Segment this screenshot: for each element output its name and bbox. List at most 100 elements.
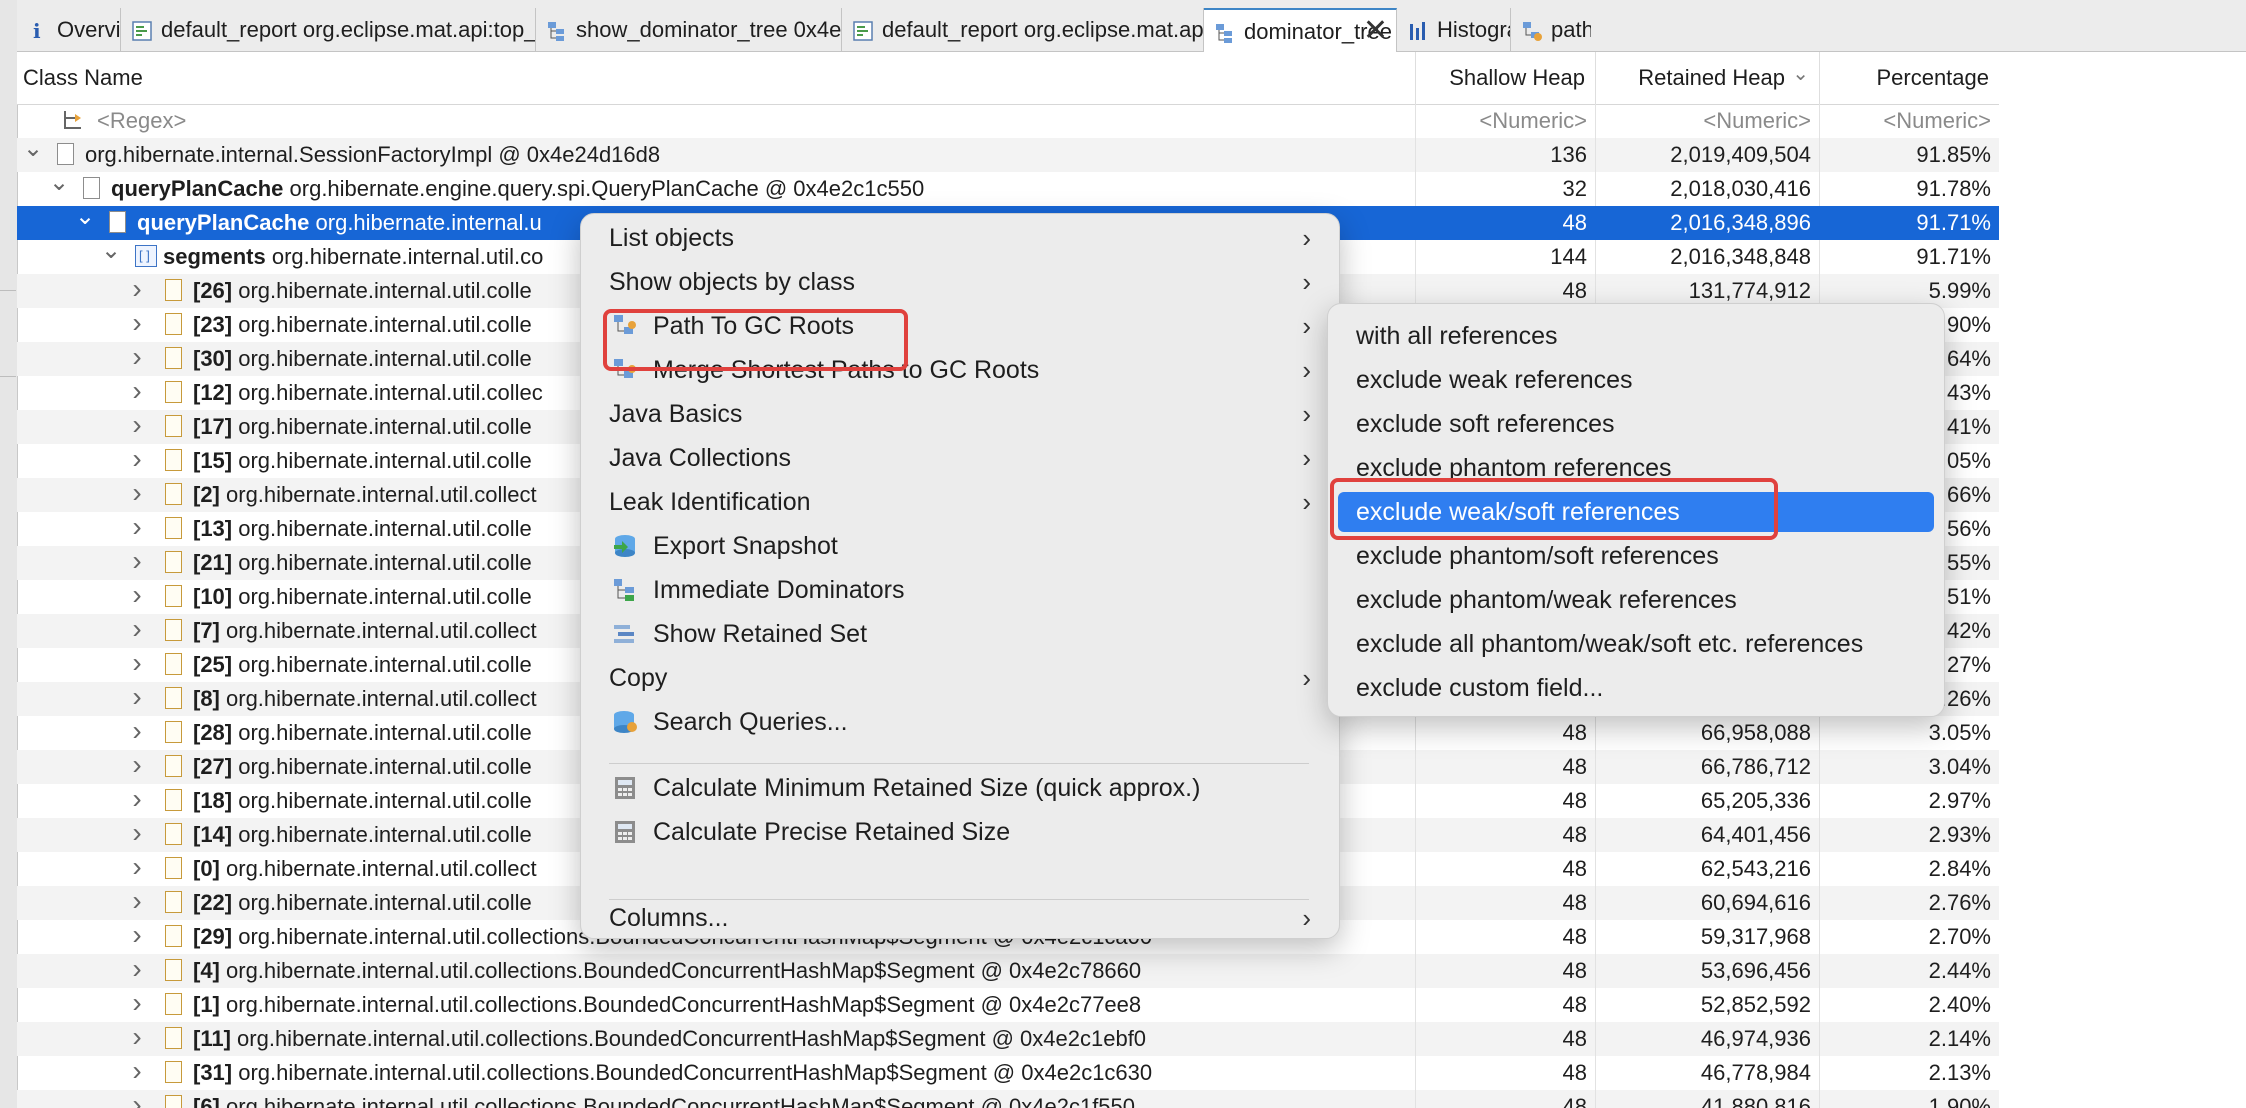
column-header-class-name[interactable]: Class Name <box>17 52 1415 104</box>
table-row[interactable]: › [4] org.hibernate.internal.util.collect… <box>17 954 1999 988</box>
menu-item-calculate-precise-retained-size[interactable]: Calculate Precise Retained Size <box>581 810 1339 854</box>
expand-chevron-icon[interactable]: › <box>127 546 147 578</box>
tab-top-components-report[interactable]: default_report org.eclipse.mat.api:top_c… <box>121 8 536 52</box>
shallow-heap-cell: 48 <box>1415 920 1595 954</box>
expand-chevron-icon[interactable]: › <box>127 410 147 442</box>
expand-chevron-icon[interactable]: › <box>127 818 147 850</box>
table-row[interactable]: ⌄ queryPlanCache org.hibernate.engine.que… <box>17 172 1999 206</box>
collapse-chevron-icon[interactable]: ⌄ <box>49 172 69 200</box>
dominator-tree-icon <box>1216 24 1232 43</box>
expand-chevron-icon[interactable]: › <box>127 920 147 952</box>
menu-item-show-objects-by-class[interactable]: Show objects by class › <box>581 260 1339 304</box>
expand-chevron-icon[interactable]: › <box>127 1056 147 1088</box>
menu-item-calculate-minimum-retained-size-quick-approx[interactable]: Calculate Minimum Retained Size (quick a… <box>581 766 1339 810</box>
object-icon <box>165 755 182 777</box>
close-icon[interactable]: ✕ <box>1363 10 1388 52</box>
field-name: [15] <box>193 448 233 473</box>
column-header-retained-heap[interactable]: Retained Heap ⌄ <box>1595 52 1819 104</box>
left-strip-divider <box>0 290 16 291</box>
expand-chevron-icon[interactable]: › <box>127 784 147 816</box>
menu-item-copy[interactable]: Copy › <box>581 656 1339 700</box>
table-row[interactable]: › [6] org.hibernate.internal.util.collect… <box>17 1090 1999 1108</box>
highlight-box <box>1330 478 1778 540</box>
expand-chevron-icon[interactable]: › <box>127 580 147 612</box>
table-row[interactable]: ⌄ org.hibernate.internal.SessionFactoryIm… <box>17 138 1999 172</box>
column-header-shallow-heap[interactable]: Shallow Heap <box>1415 52 1595 104</box>
collapse-chevron-icon[interactable]: ⌄ <box>75 206 95 234</box>
expand-chevron-icon[interactable]: › <box>127 444 147 476</box>
expand-chevron-icon[interactable]: › <box>127 376 147 408</box>
expand-chevron-icon[interactable]: › <box>127 988 147 1020</box>
menu-item-java-collections[interactable]: Java Collections › <box>581 436 1339 480</box>
submenu-item-exclude-weak-references[interactable]: exclude weak references <box>1328 358 1944 402</box>
menu-item-show-retained-set[interactable]: Show Retained Set <box>581 612 1339 656</box>
submenu-item-exclude-phantom-soft-references[interactable]: exclude phantom/soft references <box>1328 534 1944 578</box>
table-row[interactable]: › [31] org.hibernate.internal.util.collec… <box>17 1056 1999 1090</box>
report-icon <box>132 21 152 41</box>
submenu-arrow-icon: › <box>1302 355 1311 385</box>
class-name: org.hibernate.internal.util.colle <box>232 720 532 745</box>
submenu-item-label: exclude custom field... <box>1356 674 1604 702</box>
shallow-heap-cell: 48 <box>1415 716 1595 750</box>
object-icon <box>165 857 182 879</box>
filter-row[interactable]: <Regex> <Numeric> <Numeric> <Numeric> <box>17 104 1999 138</box>
expand-chevron-icon[interactable]: › <box>127 852 147 884</box>
shallow-heap-cell: 136 <box>1415 138 1595 172</box>
submenu-item-exclude-all-phantom-weak-soft-etc-references[interactable]: exclude all phantom/weak/soft etc. refer… <box>1328 622 1944 666</box>
class-name-cell: › [31] org.hibernate.internal.util.collec… <box>17 1056 1415 1090</box>
expand-chevron-icon[interactable]: › <box>127 750 147 782</box>
percentage-filter-input[interactable]: <Numeric> <box>1819 104 1999 138</box>
context-menu: List objects › Show objects by class › Path … <box>580 213 1340 939</box>
class-name-cell: ⌄ queryPlanCache org.hibernate.engine.que… <box>17 172 1415 206</box>
percentage-cell: 2.13% <box>1819 1056 1999 1090</box>
expand-chevron-icon[interactable]: › <box>127 478 147 510</box>
tab-path2[interactable]: path2 <box>1511 8 1591 52</box>
object-icon <box>165 347 182 369</box>
table-row[interactable]: › [11] org.hibernate.internal.util.collec… <box>17 1022 1999 1056</box>
tab-dominator-tree[interactable]: dominator_tree ✕ <box>1204 8 1397 52</box>
tab-suspects-report[interactable]: default_report org.eclipse.mat.api:suspe… <box>842 8 1204 52</box>
submenu-item-exclude-phantom-weak-references[interactable]: exclude phantom/weak references <box>1328 578 1944 622</box>
tab-overview[interactable]: i Overview <box>17 8 121 52</box>
expand-chevron-icon[interactable]: › <box>127 512 147 544</box>
expand-chevron-icon[interactable]: › <box>127 274 147 306</box>
tab-histogram[interactable]: Histogram <box>1397 8 1511 52</box>
percentage-cell: 2.76% <box>1819 886 1999 920</box>
retained-set-icon <box>614 625 634 643</box>
retained-filter-input[interactable]: <Numeric> <box>1595 104 1819 138</box>
menu-item-leak-identification[interactable]: Leak Identification › <box>581 480 1339 524</box>
collapse-chevron-icon[interactable]: ⌄ <box>23 138 43 166</box>
expand-chevron-icon[interactable]: › <box>127 648 147 680</box>
menu-item-list-objects[interactable]: List objects › <box>581 216 1339 260</box>
menu-item-java-basics[interactable]: Java Basics › <box>581 392 1339 436</box>
expand-chevron-icon[interactable]: › <box>127 614 147 646</box>
class-name: org.hibernate.internal.util.collections.… <box>219 958 1142 983</box>
dominator-tree-icon <box>548 22 564 41</box>
table-row[interactable]: › [1] org.hibernate.internal.util.collect… <box>17 988 1999 1022</box>
expand-chevron-icon[interactable]: › <box>127 1090 147 1108</box>
shallow-filter-input[interactable]: <Numeric> <box>1415 104 1595 138</box>
collapse-chevron-icon[interactable]: ⌄ <box>101 240 121 268</box>
menu-separator <box>609 899 1309 900</box>
retained-heap-cell: 2,016,348,848 <box>1595 240 1819 274</box>
column-header-percentage[interactable]: Percentage <box>1819 52 1999 104</box>
expand-chevron-icon[interactable]: › <box>127 716 147 748</box>
class-name-text: queryPlanCache org.hibernate.engine.quer… <box>111 172 924 206</box>
class-name-text: queryPlanCache org.hibernate.internal.u <box>137 206 542 240</box>
tab-show-dominator-tree[interactable]: show_dominator_tree 0x4e24d16d8 <box>536 8 842 52</box>
field-name: [11] <box>193 1026 231 1051</box>
menu-item-export-snapshot[interactable]: Export Snapshot <box>581 524 1339 568</box>
submenu-item-exclude-custom-field[interactable]: exclude custom field... <box>1328 666 1944 710</box>
expand-chevron-icon[interactable]: › <box>127 682 147 714</box>
expand-chevron-icon[interactable]: › <box>127 342 147 374</box>
submenu-item-with-all-references[interactable]: with all references <box>1328 314 1944 358</box>
menu-item-columns[interactable]: Columns... › <box>581 896 1339 940</box>
expand-chevron-icon[interactable]: › <box>127 886 147 918</box>
submenu-item-exclude-soft-references[interactable]: exclude soft references <box>1328 402 1944 446</box>
expand-chevron-icon[interactable]: › <box>127 1022 147 1054</box>
menu-item-immediate-dominators[interactable]: Immediate Dominators <box>581 568 1339 612</box>
expand-chevron-icon[interactable]: › <box>127 954 147 986</box>
expand-chevron-icon[interactable]: › <box>127 308 147 340</box>
menu-item-search-queries[interactable]: Search Queries... <box>581 700 1339 744</box>
regex-filter-input[interactable]: <Regex> <box>97 104 186 138</box>
